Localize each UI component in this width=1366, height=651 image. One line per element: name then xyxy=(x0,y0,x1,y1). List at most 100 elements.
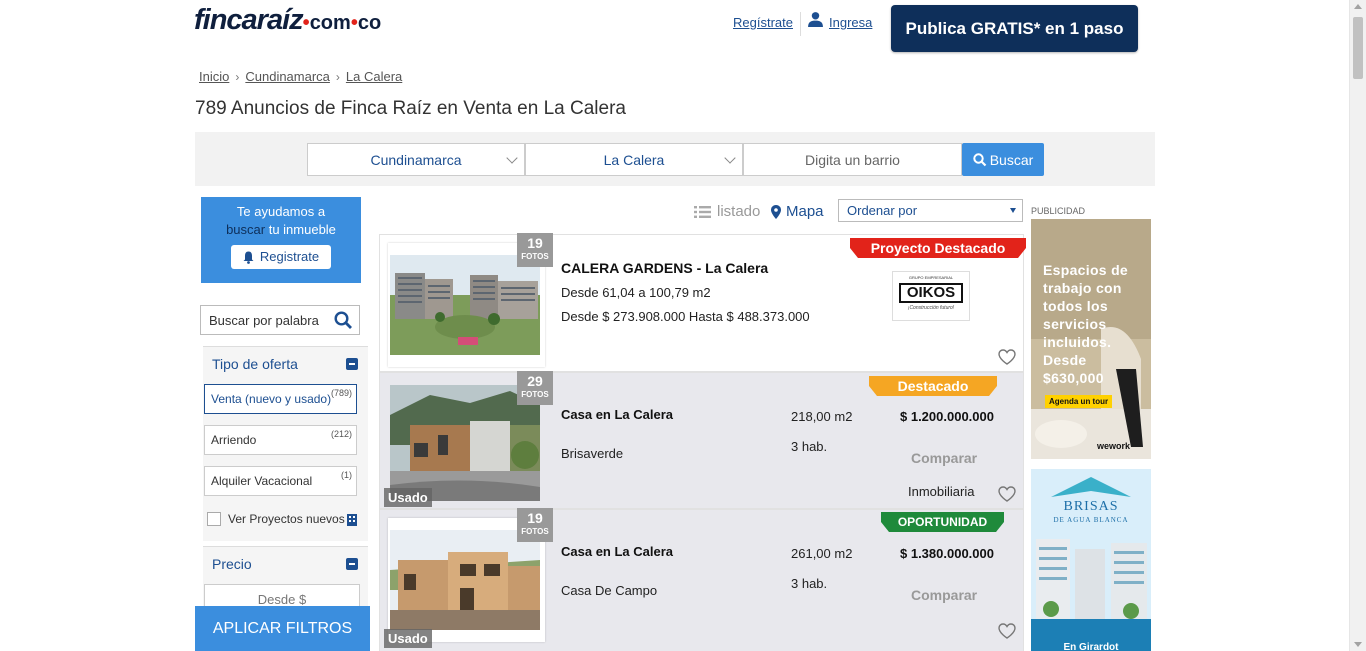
offer-option-venta[interactable]: Venta (nuevo y usado) (789) xyxy=(204,384,357,414)
photo-count-badge: 29 FOTOS xyxy=(517,371,553,405)
listing-title[interactable]: Casa en La Calera xyxy=(561,407,673,422)
breadcrumb-cundinamarca[interactable]: Cundinamarca xyxy=(245,69,330,84)
ad-photo xyxy=(1031,469,1151,651)
photo-count: 29 xyxy=(527,373,543,389)
projects-toggle[interactable]: Ver Proyectos nuevos xyxy=(207,512,345,526)
listing-photo-frame[interactable]: Usado 19 FOTOS xyxy=(384,508,553,648)
listing-card[interactable]: Usado 19 FOTOS OPORTUNIDAD Casa en La Cal… xyxy=(379,508,1024,651)
word-search-input[interactable]: Buscar por palabra xyxy=(200,305,360,335)
listing-neighborhood: Brisaverde xyxy=(561,446,624,461)
offer-label: Alquiler Vacacional xyxy=(211,474,313,488)
listing-photo-frame[interactable]: 19 FOTOS xyxy=(388,233,553,367)
projects-label: Ver Proyectos nuevos xyxy=(228,512,345,526)
search-button[interactable]: Buscar xyxy=(962,143,1044,176)
favorite-heart-icon[interactable] xyxy=(998,349,1016,365)
photo-count-label: FOTOS xyxy=(521,527,549,536)
offer-count: (789) xyxy=(330,388,352,398)
header-divider xyxy=(800,12,801,36)
page: fincaraíz•com•co Regístrate Ingresa Publ… xyxy=(0,0,1366,651)
listing-card[interactable]: 19 FOTOS Proyecto Destacado CALERA GARDEN… xyxy=(379,233,1026,372)
help-highlight: buscar xyxy=(226,222,266,237)
offer-filter-heading[interactable]: Tipo de oferta xyxy=(212,356,298,372)
apply-filters-button[interactable]: APLICAR FILTROS xyxy=(195,606,370,651)
ad2-subtitle: DE AGUA BLANCA xyxy=(1053,516,1129,524)
favorite-heart-icon[interactable] xyxy=(998,486,1016,502)
breadcrumb-la-calera[interactable]: La Calera xyxy=(346,69,402,84)
city-select[interactable]: La Calera xyxy=(525,143,743,176)
help-register-label: Registrate xyxy=(259,249,320,264)
register-link[interactable]: Regístrate xyxy=(733,15,793,30)
listing-title[interactable]: CALERA GARDENS - La Calera xyxy=(561,260,768,276)
search-icon[interactable] xyxy=(334,311,353,330)
builder-group: GRUPO EMPRESARIAL xyxy=(908,275,954,280)
offer-option-arriendo[interactable]: Arriendo (212) xyxy=(204,425,357,455)
search-icon xyxy=(973,152,986,166)
listing-rooms: 3 hab. xyxy=(791,576,828,591)
condition-tag: Usado xyxy=(384,488,432,507)
breadcrumb: Inicio › Cundinamarca › La Calera xyxy=(199,69,402,84)
photo-count: 19 xyxy=(527,235,543,251)
price-filter-heading[interactable]: Precio xyxy=(212,556,252,572)
department-select[interactable]: Cundinamarca xyxy=(307,143,525,176)
offer-option-alquiler[interactable]: Alquiler Vacacional (1) xyxy=(204,466,357,496)
login-link[interactable]: Ingresa xyxy=(829,15,872,30)
listing-title[interactable]: Casa en La Calera xyxy=(561,544,673,559)
city-value: La Calera xyxy=(603,151,665,168)
map-view-toggle[interactable]: Mapa xyxy=(771,203,824,220)
page-scrollbar[interactable] xyxy=(1349,0,1366,651)
opportunity-ribbon: OPORTUNIDAD xyxy=(881,512,1004,532)
offer-count: (212) xyxy=(330,429,352,439)
word-search-placeholder: Buscar por palabra xyxy=(209,312,319,328)
listing-area-range: Desde 61,04 a 100,79 m2 xyxy=(561,285,711,300)
featured-ribbon: Destacado xyxy=(869,376,997,396)
publish-button[interactable]: Publica GRATIS* en 1 paso xyxy=(891,5,1138,52)
price-from-placeholder: Desde $ xyxy=(257,591,307,607)
listing-area: 261,00 m2 xyxy=(791,546,853,561)
projects-checkbox[interactable] xyxy=(207,512,221,526)
collapse-icon[interactable] xyxy=(346,358,358,370)
map-pin-icon xyxy=(771,204,781,219)
listing-rooms: 3 hab. xyxy=(791,439,828,454)
ad1-brand: wework xyxy=(1097,441,1131,451)
chevron-down-icon xyxy=(506,152,518,164)
listing-photo xyxy=(390,255,540,355)
photo-count-badge: 19 FOTOS xyxy=(517,508,553,542)
caret-down-icon xyxy=(1010,208,1016,213)
help-line2: tu inmueble xyxy=(265,222,336,237)
help-register-button[interactable]: Registrate xyxy=(231,245,331,269)
ad2-title: BRISAS xyxy=(1063,499,1119,514)
builder-logo[interactable]: GRUPO EMPRESARIAL OIKOS ¡Construcción fu… xyxy=(892,271,970,321)
collapse-icon[interactable] xyxy=(346,558,358,570)
scroll-up-arrow-icon[interactable] xyxy=(1354,4,1362,9)
list-view-toggle[interactable]: listado xyxy=(694,203,760,220)
logo-tld: co xyxy=(357,12,382,34)
compare-button[interactable]: Comparar xyxy=(911,450,977,466)
ad-banner-brisas[interactable]: BRISAS DE AGUA BLANCA En Girardot xyxy=(1031,469,1151,651)
map-view-label: Mapa xyxy=(786,203,824,220)
fincaraiz-logo[interactable]: fincaraíz•com•co xyxy=(194,4,381,37)
listing-neighborhood: Casa De Campo xyxy=(561,583,658,598)
ad1-cta[interactable]: Agenda un tour xyxy=(1045,395,1113,408)
logo-domain: com xyxy=(309,12,351,34)
listing-photo xyxy=(390,530,540,630)
listing-card[interactable]: Usado 29 FOTOS Destacado Casa en La Caler… xyxy=(379,371,1024,509)
listing-photo-frame[interactable]: Usado 29 FOTOS xyxy=(384,371,553,507)
ad2-footer: En Girardot xyxy=(1063,642,1119,651)
featured-project-ribbon: Proyecto Destacado xyxy=(850,238,1026,258)
list-view-label: listado xyxy=(717,203,761,220)
listing-price: $ 1.200.000.000 xyxy=(900,409,994,424)
scrollbar-thumb[interactable] xyxy=(1353,17,1363,79)
breadcrumb-inicio[interactable]: Inicio xyxy=(199,69,229,84)
list-icon xyxy=(694,205,711,218)
favorite-heart-icon[interactable] xyxy=(998,623,1016,639)
compare-button[interactable]: Comparar xyxy=(911,587,977,603)
builder-slogan: ¡Construcción futuro! xyxy=(907,305,955,311)
order-select[interactable]: Ordenar por xyxy=(838,199,1023,222)
chevron-down-icon xyxy=(724,152,736,164)
chevron-right-icon: › xyxy=(335,69,340,84)
chevron-right-icon: › xyxy=(235,69,240,84)
ad-banner-wework[interactable]: Espacios de trabajo con todos los servic… xyxy=(1031,219,1151,459)
photo-count-badge: 19 FOTOS xyxy=(517,233,553,267)
barrio-input[interactable]: Digita un barrio xyxy=(743,143,962,176)
scroll-down-arrow-icon[interactable] xyxy=(1354,642,1362,647)
